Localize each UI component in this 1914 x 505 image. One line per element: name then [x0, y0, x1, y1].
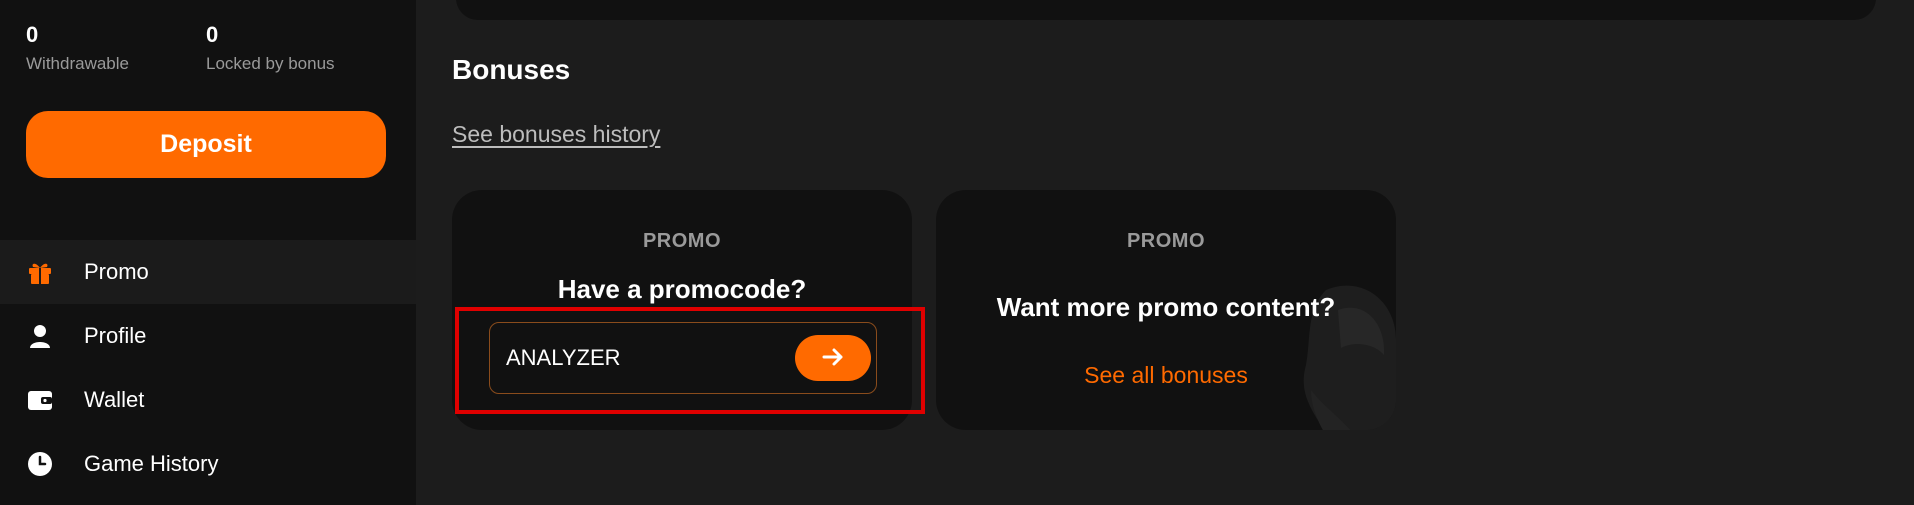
promocode-submit-button[interactable]	[795, 335, 871, 381]
promocode-heading: Have a promocode?	[557, 274, 807, 304]
deposit-button[interactable]: Deposit	[26, 111, 386, 178]
sidebar-item-promo[interactable]: Promo	[0, 240, 416, 304]
sidebar-item-game-history[interactable]: Game History	[0, 432, 416, 496]
arrow-right-icon	[820, 344, 846, 373]
promocode-input[interactable]	[506, 323, 796, 393]
sidebar-item-label: Game History	[84, 451, 219, 476]
sidebar-item-label: Profile	[84, 323, 147, 348]
sidebar: 0 Withdrawable 0 Locked by bonus Deposit	[0, 0, 416, 505]
sidebar-item-wallet[interactable]: Wallet	[0, 368, 416, 432]
clock-icon	[26, 450, 54, 478]
sidebar-item-profile[interactable]: Profile	[0, 304, 416, 368]
locked-balance: 0 Locked by bonus	[206, 22, 386, 74]
sidebar-nav: Promo Profile Wallet Game History	[0, 240, 416, 496]
more-promo-card: PROMO Want more promo content? See all b…	[936, 190, 1396, 430]
sidebar-item-label: Promo	[84, 259, 149, 284]
see-all-bonuses-link[interactable]: See all bonuses	[936, 362, 1396, 389]
promo-tag: PROMO	[642, 230, 722, 252]
top-card	[456, 0, 1876, 20]
locked-value: 0	[206, 22, 219, 47]
promocode-field	[489, 322, 877, 394]
withdrawable-value: 0	[26, 22, 39, 47]
promo-tag: PROMO	[1126, 230, 1206, 252]
bonuses-history-link[interactable]: See bonuses history	[452, 121, 660, 148]
balances: 0 Withdrawable 0 Locked by bonus	[26, 22, 386, 74]
locked-label: Locked by bonus	[206, 54, 335, 73]
user-icon	[26, 322, 54, 350]
promocode-card: PROMO Have a promocode?	[452, 190, 912, 430]
sidebar-item-label: Wallet	[84, 387, 145, 412]
more-promo-heading: Want more promo content?	[996, 292, 1336, 322]
withdrawable-balance: 0 Withdrawable	[26, 22, 206, 74]
page-title: Bonuses	[452, 54, 571, 85]
withdrawable-label: Withdrawable	[26, 54, 129, 73]
wallet-icon	[26, 386, 54, 414]
app-root: 0 Withdrawable 0 Locked by bonus Deposit	[0, 0, 1914, 505]
gift-icon	[26, 258, 54, 286]
